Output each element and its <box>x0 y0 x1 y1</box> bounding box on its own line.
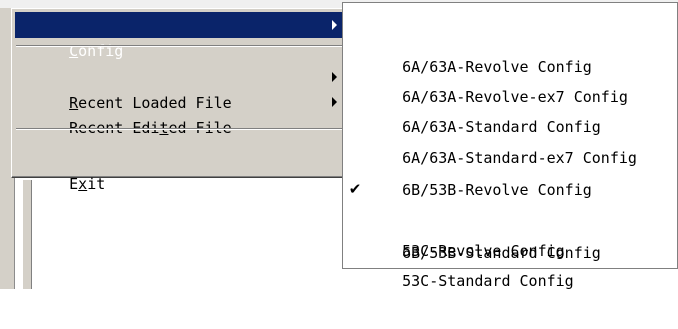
submenu-arrow-icon <box>332 72 337 82</box>
menu-separator <box>16 128 342 130</box>
submenu-item-6a-63a-revolve[interactable]: 6A/63A-Revolve Config <box>344 19 676 76</box>
menu-separator <box>16 45 342 47</box>
submenu-item-label: 53C-Standard Config <box>402 272 574 290</box>
submenu-item-6a-63a-standard-ex7[interactable]: 6A/63A-Standard-ex7 Config <box>344 110 676 167</box>
menu-item-config[interactable]: Config <box>15 12 343 60</box>
submenu-arrow-icon <box>332 20 337 30</box>
menu-item-recent-loaded-file[interactable]: Recent Loaded File <box>15 64 343 112</box>
submenu-arrow-icon <box>332 97 337 107</box>
file-menu: Config Recent Loaded File Recent Edited … <box>11 8 347 193</box>
submenu-item-53c-revolve[interactable]: 53C-Revolve Config <box>344 203 676 260</box>
menu-item-exit[interactable]: Exit <box>15 145 343 193</box>
menu-item-label: Exit <box>69 175 106 193</box>
submenu-item-6a-63a-standard[interactable]: 6A/63A-Standard Config <box>344 79 676 136</box>
submenu-item-6a-63a-revolve-ex7[interactable]: 6A/63A-Revolve-ex7 Config <box>344 49 676 106</box>
submenu-item-6b-53b-revolve[interactable]: 6B/53B-Revolve Config <box>344 142 676 199</box>
submenu-item-6b-53b-standard[interactable]: ✔ 6B/53B-Standard Config <box>344 173 676 262</box>
background-scrollbar[interactable] <box>22 180 32 289</box>
config-submenu: 6A/63A-Revolve Config 6A/63A-Revolve-ex7… <box>342 2 678 290</box>
checkmark-icon: ✔ <box>348 180 362 198</box>
submenu-item-53c-standard[interactable]: 53C-Standard Config <box>344 233 676 290</box>
menu-item-recent-edited-file[interactable]: Recent Edited File <box>15 89 343 137</box>
